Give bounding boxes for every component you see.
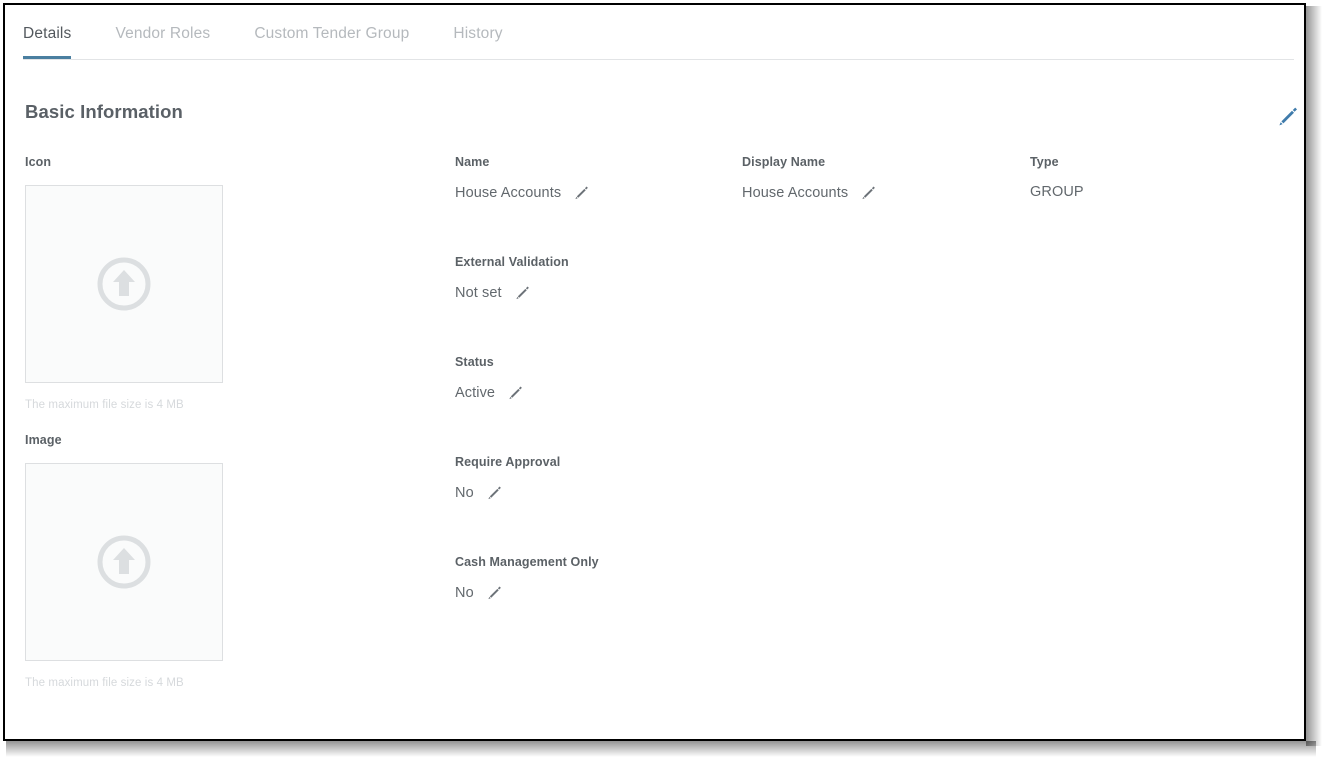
edit-external-validation-button[interactable] bbox=[514, 284, 531, 301]
field-row: Cash Management Only No bbox=[455, 555, 1294, 655]
field-row: Status Active bbox=[455, 355, 1294, 455]
field-status-label: Status bbox=[455, 355, 524, 369]
field-name: Name House Accounts bbox=[455, 155, 590, 201]
edit-status-button[interactable] bbox=[507, 384, 524, 401]
image-upload-hint: The maximum file size is 4 MB bbox=[25, 677, 235, 689]
field-name-label: Name bbox=[455, 155, 590, 169]
field-row: Name House Accounts bbox=[455, 155, 1294, 255]
image-upload-dropzone[interactable] bbox=[25, 463, 223, 661]
field-external-validation: External Validation Not set bbox=[455, 255, 569, 301]
window-shadow-right bbox=[1306, 6, 1322, 746]
field-external-validation-value-row: Not set bbox=[455, 284, 569, 301]
field-cash-management-only: Cash Management Only No bbox=[455, 555, 599, 601]
section-title: Basic Information bbox=[25, 101, 183, 123]
tab-custom-tender-group[interactable]: Custom Tender Group bbox=[254, 5, 409, 59]
pencil-icon bbox=[486, 584, 503, 601]
pencil-icon bbox=[486, 484, 503, 501]
pencil-icon bbox=[514, 284, 531, 301]
field-display-name-label: Display Name bbox=[742, 155, 877, 169]
window-frame: Details Vendor Roles Custom Tender Group… bbox=[3, 3, 1306, 741]
field-cash-management-only-value-row: No bbox=[455, 584, 599, 601]
field-row: Require Approval No bbox=[455, 455, 1294, 555]
field-require-approval-label: Require Approval bbox=[455, 455, 560, 469]
field-row: External Validation Not set bbox=[455, 255, 1294, 355]
field-cash-management-only-value: No bbox=[455, 585, 474, 601]
tab-list: Details Vendor Roles Custom Tender Group… bbox=[23, 5, 547, 59]
field-require-approval-value: No bbox=[455, 485, 474, 501]
field-cash-management-only-label: Cash Management Only bbox=[455, 555, 599, 569]
field-status-value: Active bbox=[455, 385, 495, 401]
icon-upload-label: Icon bbox=[25, 155, 235, 169]
details-page: Details Vendor Roles Custom Tender Group… bbox=[5, 5, 1304, 739]
field-type-value-row: GROUP bbox=[1030, 184, 1084, 200]
upload-column: Icon The maximum file size is 4 MB Image bbox=[25, 155, 235, 689]
edit-cash-management-only-button[interactable] bbox=[486, 584, 503, 601]
field-require-approval: Require Approval No bbox=[455, 455, 560, 501]
tab-bar: Details Vendor Roles Custom Tender Group… bbox=[5, 5, 1304, 60]
upload-group-icon: Icon The maximum file size is 4 MB bbox=[25, 155, 235, 411]
field-type-value: GROUP bbox=[1030, 184, 1084, 200]
field-status-value-row: Active bbox=[455, 384, 524, 401]
tab-details[interactable]: Details bbox=[23, 5, 71, 59]
tab-custom-tender-group-label: Custom Tender Group bbox=[254, 25, 409, 42]
upload-group-image: Image The maximum file size is 4 MB bbox=[25, 433, 235, 689]
field-name-value: House Accounts bbox=[455, 185, 561, 201]
edit-require-approval-button[interactable] bbox=[486, 484, 503, 501]
field-type: Type GROUP bbox=[1030, 155, 1084, 200]
edit-name-button[interactable] bbox=[573, 184, 590, 201]
field-name-value-row: House Accounts bbox=[455, 184, 590, 201]
field-display-name-value: House Accounts bbox=[742, 185, 848, 201]
icon-upload-hint: The maximum file size is 4 MB bbox=[25, 399, 235, 411]
tab-details-label: Details bbox=[23, 25, 71, 42]
upload-arrow-circle-icon bbox=[95, 533, 153, 591]
field-display-name-value-row: House Accounts bbox=[742, 184, 877, 201]
field-external-validation-value: Not set bbox=[455, 285, 502, 301]
window-shadow-bottom bbox=[6, 741, 1316, 757]
tab-vendor-roles[interactable]: Vendor Roles bbox=[115, 5, 210, 59]
field-status: Status Active bbox=[455, 355, 524, 401]
field-external-validation-label: External Validation bbox=[455, 255, 569, 269]
field-type-label: Type bbox=[1030, 155, 1084, 169]
tab-vendor-roles-label: Vendor Roles bbox=[115, 25, 210, 42]
edit-display-name-button[interactable] bbox=[860, 184, 877, 201]
field-grid: Name House Accounts bbox=[455, 155, 1294, 655]
pencil-icon bbox=[860, 184, 877, 201]
field-display-name: Display Name House Accounts bbox=[742, 155, 877, 201]
upload-arrow-circle-icon bbox=[95, 255, 153, 313]
tab-history[interactable]: History bbox=[453, 5, 502, 59]
field-require-approval-value-row: No bbox=[455, 484, 560, 501]
screenshot-root: Details Vendor Roles Custom Tender Group… bbox=[0, 0, 1327, 763]
tab-bar-divider bbox=[23, 59, 1294, 60]
image-upload-label: Image bbox=[25, 433, 235, 447]
tab-history-label: History bbox=[453, 25, 502, 42]
icon-upload-dropzone[interactable] bbox=[25, 185, 223, 383]
pencil-icon bbox=[507, 384, 524, 401]
pencil-icon bbox=[1276, 104, 1300, 128]
pencil-icon bbox=[573, 184, 590, 201]
section-edit-button[interactable] bbox=[1273, 101, 1303, 131]
